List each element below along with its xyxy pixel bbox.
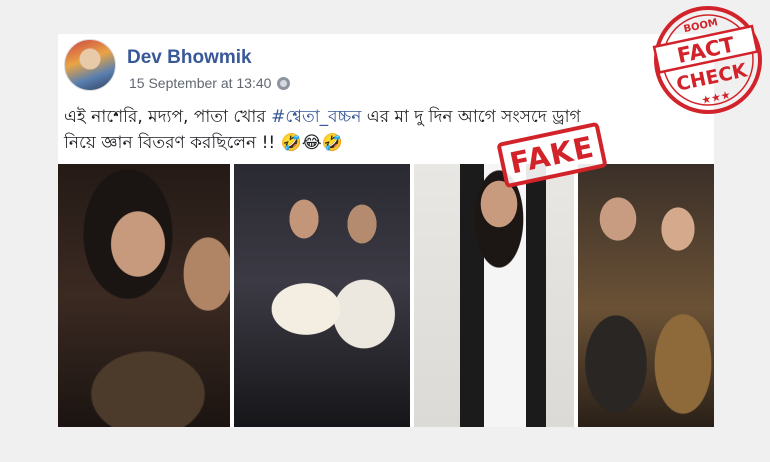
post-text-line-2: নিয়ে জ্ঞান বিতরণ করছিলেন !! 🤣😂🤣 [64, 133, 343, 153]
post-text-line-1: এই নাশেরি, মদ্যপ, পাতা খোর #শ্বেতা_বচ্চন… [64, 104, 714, 130]
post-text-segment: এর মা দু দিন আগে সংসদে ড্রাগ [361, 107, 581, 127]
author-avatar[interactable] [64, 39, 116, 91]
seal-stars: ★★★ [700, 88, 732, 107]
photo-3[interactable] [414, 164, 574, 427]
post-meta: 15 September at 13:40 [129, 75, 291, 91]
author-name[interactable]: Dev Bhowmik [127, 47, 252, 69]
post-text: এই নাশেরি, মদ্যপ, পাতা খোর #শ্বেতা_বচ্চন… [64, 104, 714, 156]
fact-check-seal: BOOM FACT CHECK ★★★ [652, 6, 762, 114]
globe-icon [277, 76, 291, 90]
photo-1[interactable] [58, 164, 230, 427]
photo-2[interactable] [234, 164, 410, 427]
hashtag-link[interactable]: #শ্বেতা_বচ্চন [271, 107, 361, 127]
post-timestamp[interactable]: 15 September at 13:40 [129, 75, 271, 91]
post-text-segment: এই নাশেরি, মদ্যপ, পাতা খোর [64, 107, 272, 127]
photo-collage [58, 164, 714, 427]
facebook-post-card: Dev Bhowmik 15 September at 13:40 এই নাশ… [58, 34, 714, 427]
photo-4[interactable] [578, 164, 714, 427]
